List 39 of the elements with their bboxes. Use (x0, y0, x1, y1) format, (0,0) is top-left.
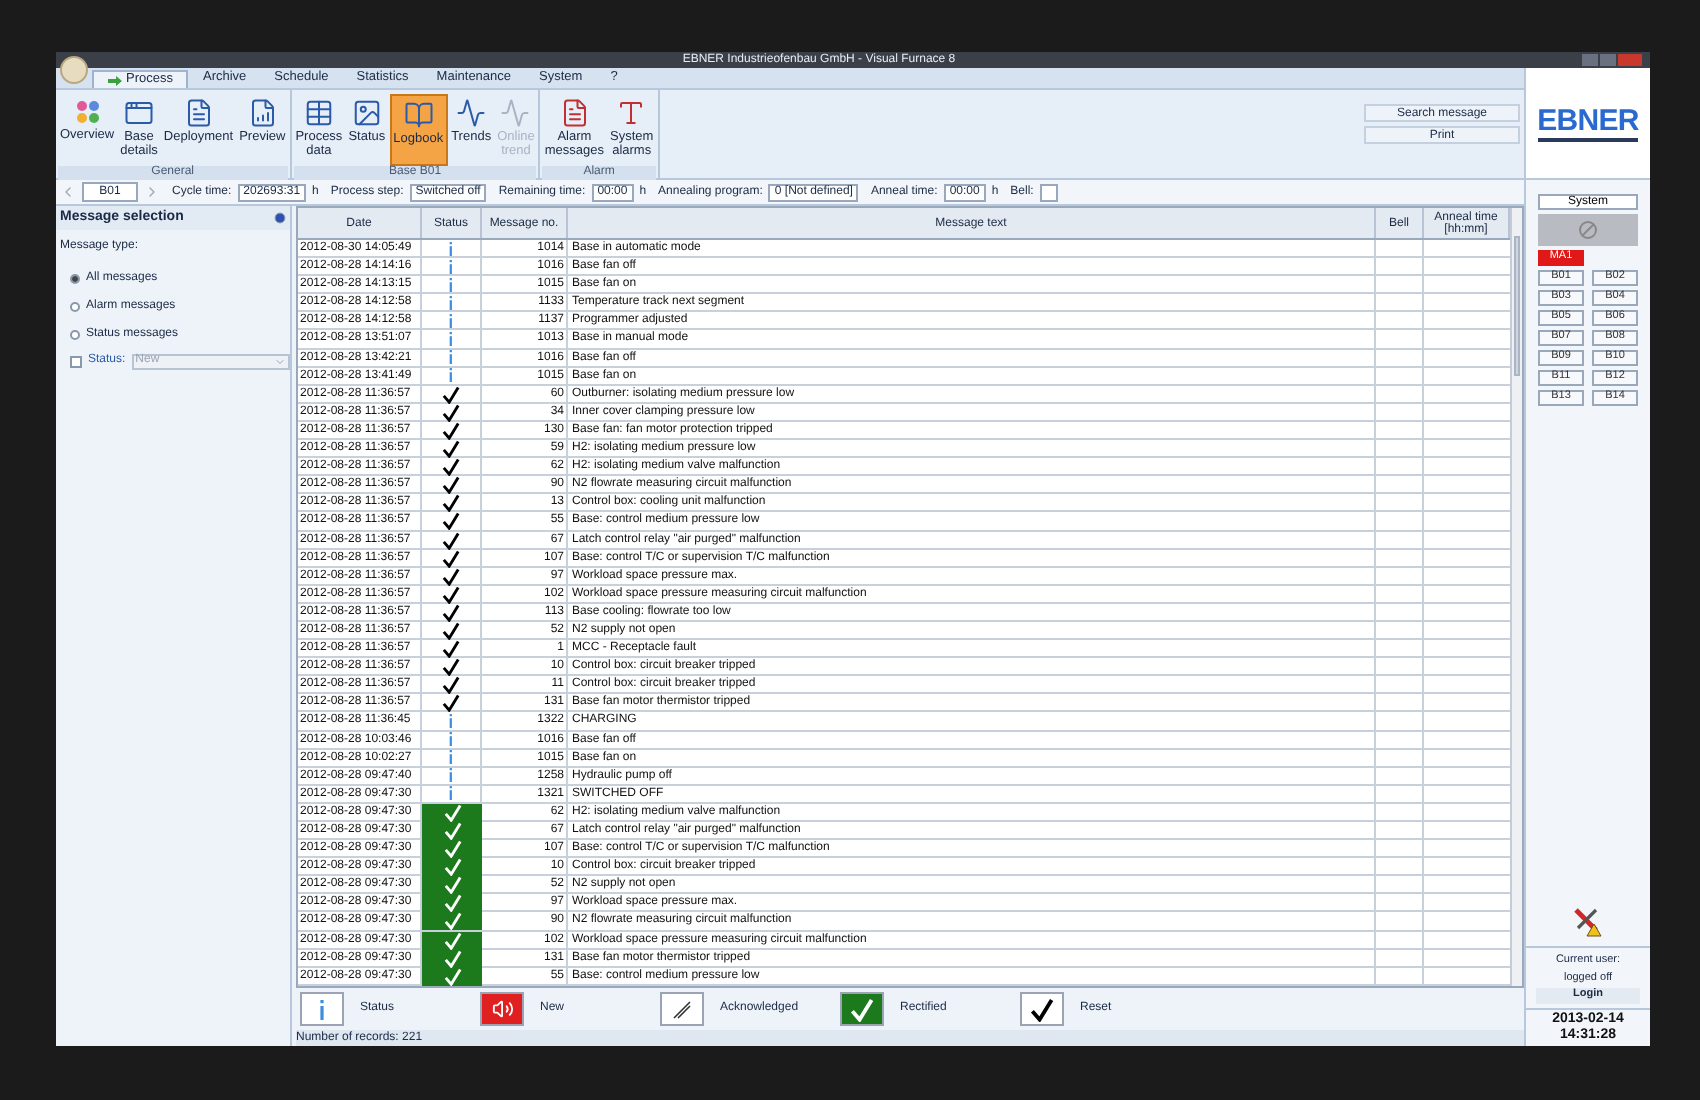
slash-icon (672, 999, 692, 1019)
speaker-icon (491, 998, 513, 1020)
report-icon (247, 98, 278, 128)
table-icon (303, 98, 334, 128)
circle-icon (274, 212, 286, 224)
dots-icon (73, 98, 102, 126)
disabled-icon (1578, 220, 1598, 240)
back-button[interactable] (60, 183, 76, 201)
radio-button[interactable] (70, 329, 80, 339)
check-icon (850, 997, 874, 1021)
info-icon (448, 732, 454, 747)
logo-rule (1538, 137, 1638, 141)
book-icon (403, 100, 434, 130)
back-icon (60, 184, 76, 200)
radio-button[interactable] (70, 273, 80, 283)
info-icon (448, 713, 454, 728)
info-icon (448, 332, 454, 347)
logo: EBNER (1537, 105, 1639, 135)
picture-icon (351, 98, 382, 128)
trend-icon (500, 98, 531, 128)
forward-button[interactable] (144, 183, 160, 201)
value-field (1039, 183, 1058, 201)
info-icon (448, 241, 454, 256)
radio-button[interactable] (70, 301, 80, 311)
arrow-icon (108, 75, 122, 85)
document-icon (183, 98, 214, 128)
app-menu-button[interactable] (60, 56, 88, 84)
window-icon (123, 98, 154, 128)
info-icon (318, 999, 326, 1019)
scrollbar[interactable] (1510, 208, 1522, 986)
forward-icon (144, 184, 160, 200)
tools-warning-icon (1572, 905, 1604, 937)
letter-icon (616, 98, 647, 128)
check-icon (1030, 997, 1054, 1021)
trend-icon (456, 98, 487, 128)
info-icon (448, 350, 454, 365)
checkbox[interactable] (70, 355, 82, 367)
scrollbar-thumb[interactable] (1514, 236, 1520, 376)
document-icon (559, 98, 590, 128)
